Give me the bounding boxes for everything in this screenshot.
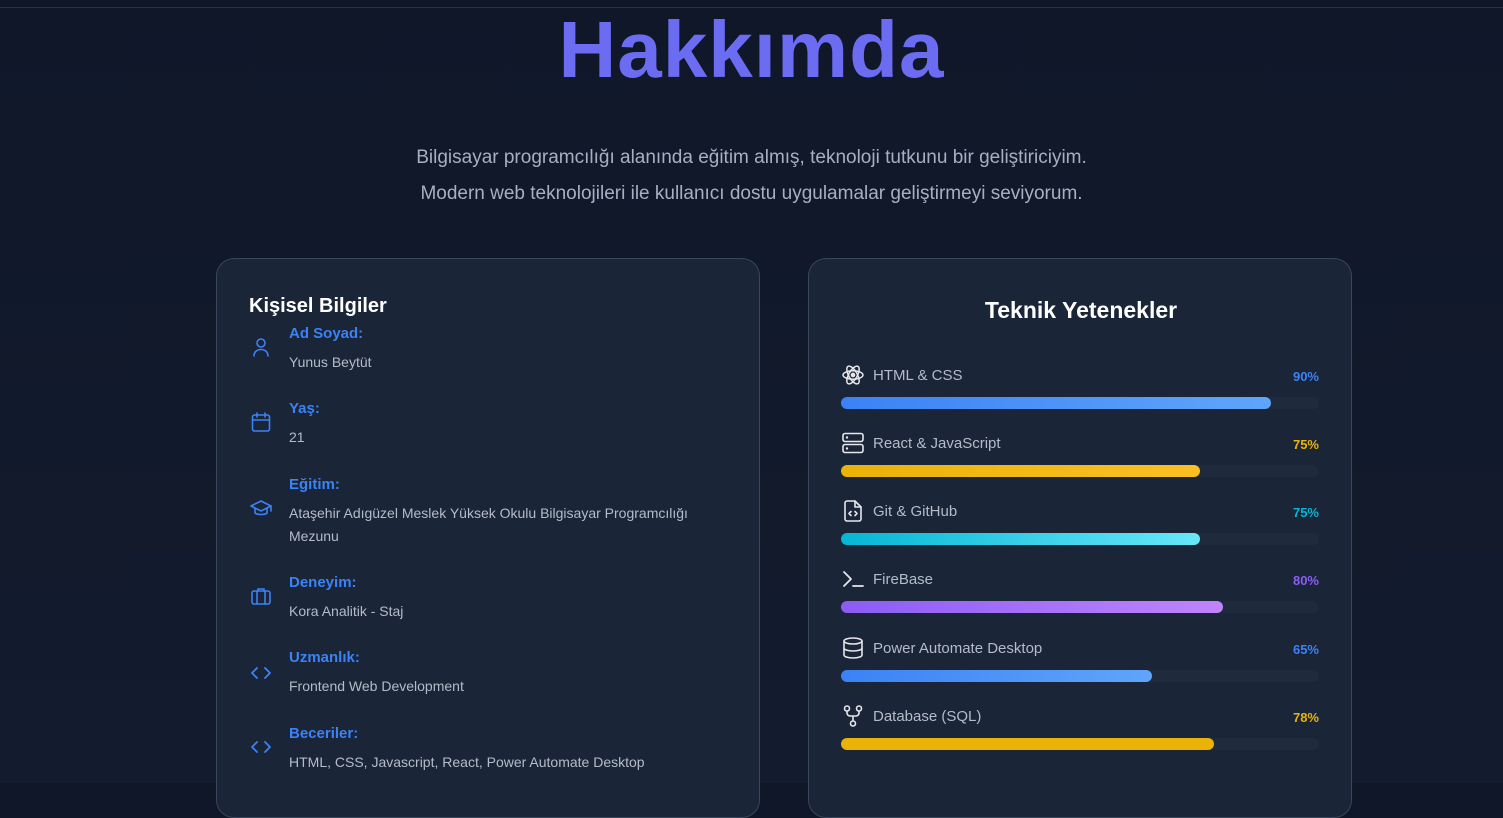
skill-item: Git & GitHub 75% [841, 499, 1319, 549]
info-value: Ataşehir Adıgüzel Meslek Yüksek Okulu Bi… [289, 505, 688, 544]
skill-name: React & JavaScript [873, 435, 1001, 452]
technical-skills-title: Teknik Yetenekler [984, 297, 1178, 323]
skill-percent: 78% [1292, 710, 1319, 725]
progress-fill [841, 465, 1200, 477]
intro-text: Bilgisayar programcılığı alanında eğitim… [0, 140, 1503, 212]
info-label: Ad Soyad: [289, 325, 364, 342]
briefcase-icon [249, 584, 273, 608]
intro-line-2: Modern web teknolojileri ile kullanıcı d… [420, 183, 1083, 204]
skill-percent: 90% [1292, 369, 1319, 384]
user-icon [249, 335, 273, 359]
progress-track [841, 738, 1319, 750]
skill-item: React & JavaScript 75% [841, 431, 1319, 481]
progress-track [841, 601, 1319, 613]
server-icon [841, 431, 865, 455]
file-code-icon [841, 499, 865, 523]
skill-name: Power Automate Desktop [873, 640, 1043, 657]
progress-track [841, 465, 1319, 477]
progress-track [841, 533, 1319, 545]
progress-track [841, 397, 1319, 409]
database-icon [841, 636, 865, 660]
technical-skills-card: Teknik Yetenekler HTML & CSS 90% React &… [808, 258, 1352, 818]
info-label: Eğitim: [289, 476, 340, 493]
skill-item: FireBase 80% [841, 567, 1319, 617]
graduation-cap-icon [249, 497, 273, 521]
progress-track [841, 670, 1319, 682]
skill-name: Database (SQL) [873, 708, 982, 725]
intro-line-1: Bilgisayar programcılığı alanında eğitim… [416, 147, 1087, 168]
code-icon [249, 661, 273, 685]
info-value: 21 [289, 429, 305, 445]
skill-item: Power Automate Desktop 65% [841, 636, 1319, 686]
personal-info-card: Kişisel Bilgiler Ad Soyad: Yunus Beytüt … [216, 258, 760, 818]
skill-name: Git & GitHub [873, 503, 958, 520]
progress-fill [841, 601, 1224, 613]
progress-fill [841, 533, 1200, 545]
skill-item: HTML & CSS 90% [841, 363, 1319, 413]
skill-item: Database (SQL) 78% [841, 704, 1319, 754]
skill-name: FireBase [873, 571, 934, 588]
git-fork-icon [841, 704, 865, 728]
info-label: Deneyim: [289, 574, 357, 591]
personal-info-title: Kişisel Bilgiler [249, 295, 387, 317]
skill-percent: 80% [1292, 573, 1319, 588]
info-value: HTML, CSS, Javascript, React, Power Auto… [289, 754, 645, 770]
calendar-icon [249, 410, 273, 434]
progress-fill [841, 670, 1152, 682]
skill-percent: 65% [1292, 642, 1319, 657]
info-value: Kora Analitik - Staj [289, 603, 404, 619]
progress-fill [841, 397, 1272, 409]
atom-icon [841, 363, 865, 387]
info-label: Beceriler: [289, 725, 359, 742]
info-value: Frontend Web Development [289, 678, 464, 694]
skill-percent: 75% [1292, 437, 1319, 452]
terminal-icon [841, 567, 865, 591]
info-label: Yaş: [289, 400, 320, 417]
page-title: Hakkımda [558, 5, 945, 94]
code-icon [249, 735, 273, 759]
info-value: Yunus Beytüt [289, 354, 372, 370]
progress-fill [841, 738, 1214, 750]
info-label: Uzmanlık: [289, 649, 360, 666]
skill-name: HTML & CSS [873, 367, 963, 384]
skill-percent: 75% [1292, 505, 1319, 520]
